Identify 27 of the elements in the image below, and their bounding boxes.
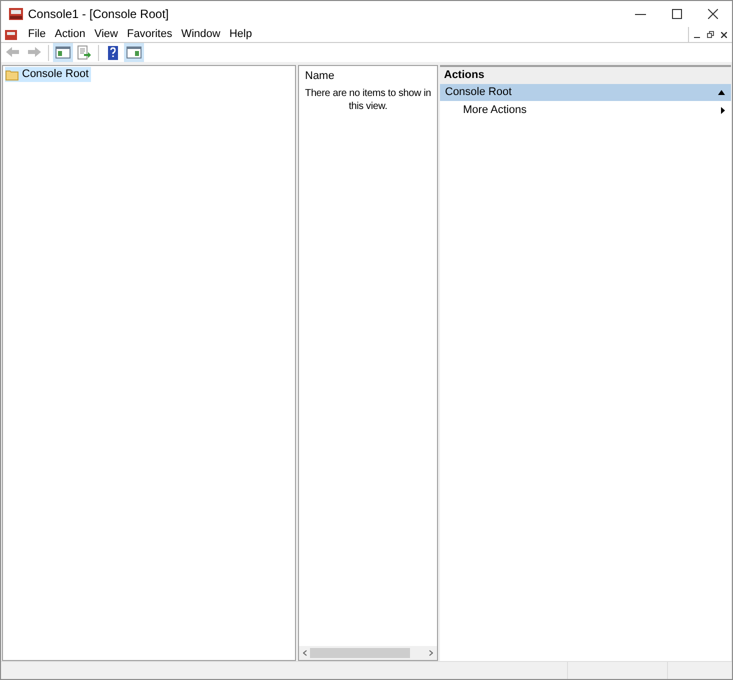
menu-item[interactable]: Window: [177, 26, 224, 43]
horizontal-scrollbar[interactable]: [299, 646, 437, 660]
tree-item[interactable]: Console Root: [5, 67, 91, 82]
app-icon: [8, 7, 24, 21]
submenu-arrow-icon: [721, 106, 725, 114]
action-item[interactable]: More Actions: [440, 101, 731, 119]
menu-item[interactable]: Action: [50, 26, 90, 43]
window-icon[interactable]: [124, 43, 144, 62]
close-icon[interactable]: [708, 9, 718, 19]
column-header[interactable]: Name: [299, 68, 334, 84]
scroll-right-icon[interactable]: [429, 650, 433, 656]
window-title: Console1 - [Console Root]: [28, 6, 169, 23]
window-icon[interactable]: [53, 43, 73, 62]
restore-icon[interactable]: [707, 31, 714, 38]
menu-item[interactable]: Favorites: [122, 26, 176, 43]
actions-header: Actions: [440, 67, 731, 84]
close-icon[interactable]: [721, 32, 727, 38]
collapse-icon[interactable]: [718, 90, 725, 95]
section-header[interactable]: Console Root: [440, 84, 731, 101]
folder-icon: [5, 68, 19, 80]
menu-item[interactable]: Help: [225, 26, 256, 43]
document-icon[interactable]: [4, 28, 18, 40]
menu-item[interactable]: File: [24, 26, 50, 43]
menu-item[interactable]: View: [90, 26, 122, 43]
empty-message: There are no items to show in this view.: [304, 87, 432, 113]
scroll-left-icon[interactable]: [303, 650, 307, 656]
maximize-icon[interactable]: [672, 9, 682, 19]
